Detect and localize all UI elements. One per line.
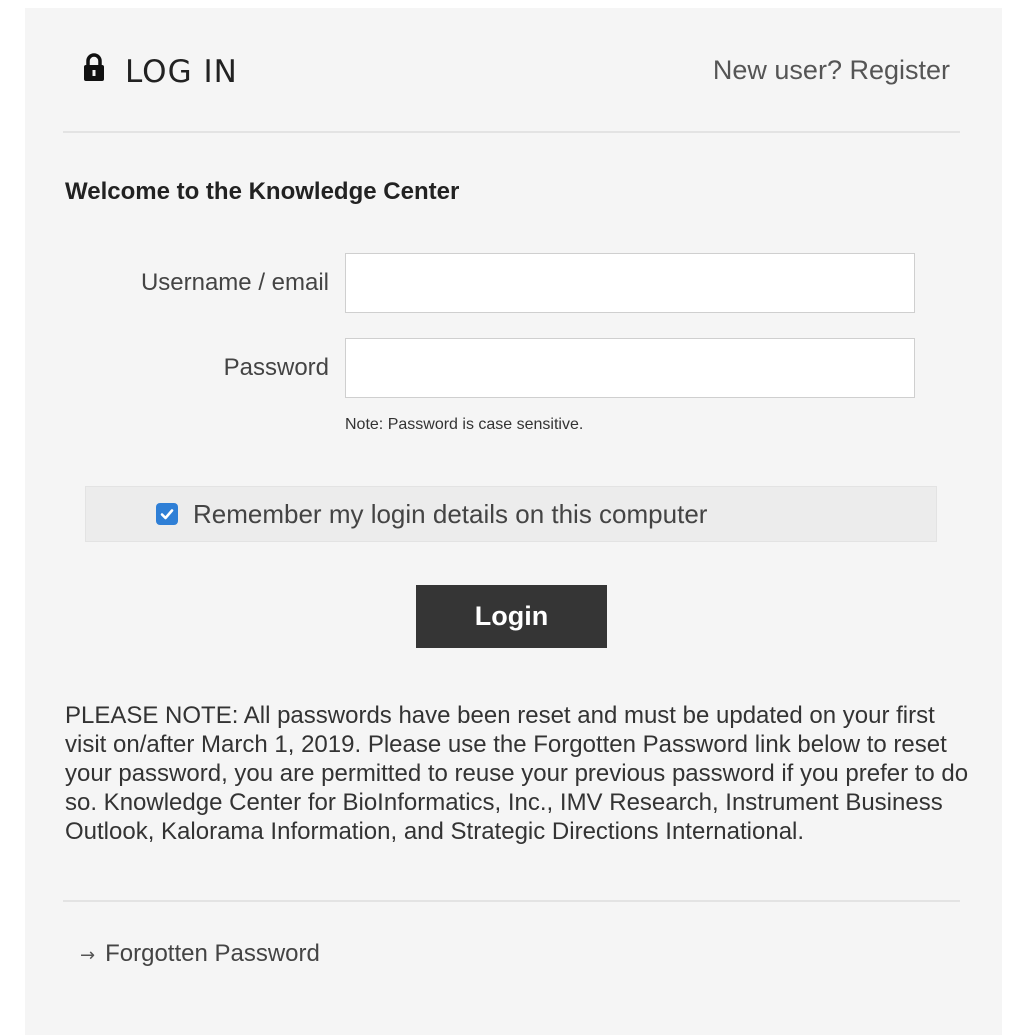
password-reset-notice: PLEASE NOTE: All passwords have been res… <box>65 702 969 845</box>
register-link[interactable]: New user? Register <box>713 55 950 86</box>
arrow-right-icon: → <box>80 945 96 966</box>
username-label: Username / email <box>140 269 329 296</box>
login-panel: LOG IN New user? Register Welcome to the… <box>25 8 1002 1035</box>
forgotten-password-label[interactable]: Forgotten Password <box>105 940 320 967</box>
forgotten-password-link[interactable]: → Forgotten Password <box>80 940 320 968</box>
lock-icon <box>84 53 104 81</box>
welcome-heading: Welcome to the Knowledge Center <box>65 178 460 205</box>
page-title: LOG IN <box>125 54 238 90</box>
remember-label[interactable]: Remember my login details on this comput… <box>193 499 707 530</box>
remember-checkbox[interactable] <box>156 503 178 525</box>
footer-divider <box>63 900 960 902</box>
login-button[interactable]: Login <box>416 585 607 648</box>
username-input[interactable] <box>345 253 915 313</box>
checkmark-icon <box>160 509 174 520</box>
password-note: Note: Password is case sensitive. <box>345 416 584 433</box>
password-label: Password <box>223 354 329 381</box>
login-header: LOG IN New user? Register <box>63 8 960 133</box>
remember-row: Remember my login details on this comput… <box>85 486 937 542</box>
password-input[interactable] <box>345 338 915 398</box>
